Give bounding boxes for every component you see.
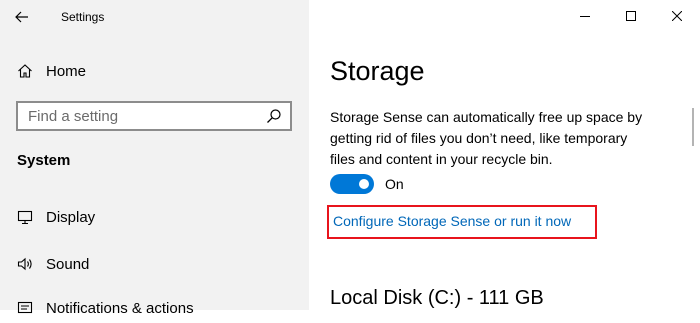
configure-storage-sense-link[interactable]: Configure Storage Sense or run it now — [333, 213, 571, 229]
local-disk-heading: Local Disk (C:) - 111 GB — [330, 287, 544, 309]
app-title: Settings — [61, 10, 105, 24]
display-icon — [17, 209, 33, 230]
sidebar-item-label: Sound — [46, 256, 90, 273]
sidebar-item-display[interactable]: Display — [0, 204, 309, 232]
sidebar-item-label: Display — [46, 209, 96, 226]
minimize-button[interactable] — [562, 0, 608, 32]
maximize-button[interactable] — [608, 0, 654, 32]
main-content: Storage Storage Sense can automatically … — [309, 0, 700, 310]
sidebar-item-home[interactable]: Home — [0, 58, 309, 86]
close-icon — [672, 11, 682, 21]
search-icon[interactable] — [266, 108, 282, 129]
maximize-icon — [626, 11, 636, 21]
scrollbar[interactable] — [692, 108, 694, 146]
back-button[interactable] — [6, 4, 38, 30]
toggle-state-label: On — [385, 176, 404, 192]
search-input[interactable]: Find a setting — [16, 101, 292, 131]
storage-sense-description: Storage Sense can automatically free up … — [330, 109, 643, 167]
sidebar-item-label: Home — [46, 63, 87, 80]
home-icon — [17, 63, 33, 84]
sidebar-item-notifications[interactable]: Notifications & actions — [0, 295, 309, 323]
sidebar-item-label: Notifications & actions — [46, 300, 194, 317]
sidebar-item-sound[interactable]: Sound — [0, 251, 309, 279]
sound-icon — [17, 256, 33, 277]
sidebar: Settings Home Find a setting System Disp… — [0, 0, 309, 317]
minimize-icon — [580, 16, 590, 17]
toggle-knob — [359, 179, 369, 189]
page-title: Storage — [330, 56, 425, 86]
search-placeholder: Find a setting — [28, 108, 119, 125]
notifications-icon — [17, 300, 33, 321]
close-button[interactable] — [654, 0, 700, 32]
back-arrow-icon — [15, 11, 28, 23]
section-title: System — [17, 152, 71, 169]
storage-sense-toggle[interactable] — [330, 174, 374, 194]
